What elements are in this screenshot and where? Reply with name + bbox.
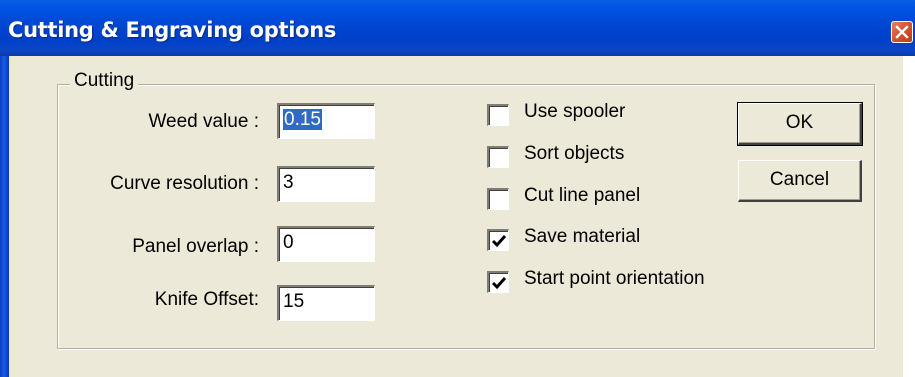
cutting-group-legend: Cutting <box>70 70 139 92</box>
start-point-orientation-checkbox[interactable] <box>487 271 509 293</box>
title-bar[interactable]: Cutting & Engraving options <box>0 0 915 56</box>
knife-offset-field[interactable]: 15 <box>277 285 375 321</box>
save-material-label[interactable]: Save material <box>524 226 640 248</box>
curve-resolution-label: Curve resolution : <box>110 173 259 194</box>
checkmark-icon <box>491 235 507 248</box>
panel-overlap-field[interactable]: 0 <box>277 226 375 262</box>
use-spooler-label[interactable]: Use spooler <box>524 101 625 123</box>
dialog-title: Cutting & Engraving options <box>8 18 337 42</box>
window-right-edge <box>903 56 915 377</box>
cut-line-panel-label[interactable]: Cut line panel <box>524 185 640 207</box>
sort-objects-label[interactable]: Sort objects <box>524 143 624 165</box>
weed-value-field[interactable]: 0.15 <box>277 103 375 139</box>
panel-overlap-text: 0 <box>283 232 294 253</box>
curve-resolution-text: 3 <box>283 172 294 193</box>
close-button[interactable] <box>891 21 913 43</box>
panel-overlap-label: Panel overlap : <box>132 236 259 257</box>
knife-offset-label: Knife Offset: <box>154 289 259 310</box>
save-material-checkbox[interactable] <box>487 229 509 251</box>
close-x-icon <box>895 25 909 39</box>
weed-value-text: 0.15 <box>283 109 322 130</box>
cancel-button[interactable]: Cancel <box>738 160 862 202</box>
window-left-border <box>0 56 9 377</box>
ok-button[interactable]: OK <box>737 102 863 146</box>
weed-value-label: Weed value : <box>148 111 259 132</box>
knife-offset-text: 15 <box>283 291 305 312</box>
sort-objects-checkbox[interactable] <box>487 146 509 168</box>
cut-line-panel-checkbox[interactable] <box>487 188 509 210</box>
checkmark-icon <box>491 277 507 290</box>
curve-resolution-field[interactable]: 3 <box>277 166 375 202</box>
use-spooler-checkbox[interactable] <box>487 104 509 126</box>
dialog-window: Cutting & Engraving options Cutting Weed… <box>0 0 915 377</box>
start-point-orientation-label[interactable]: Start point orientation <box>524 268 705 290</box>
